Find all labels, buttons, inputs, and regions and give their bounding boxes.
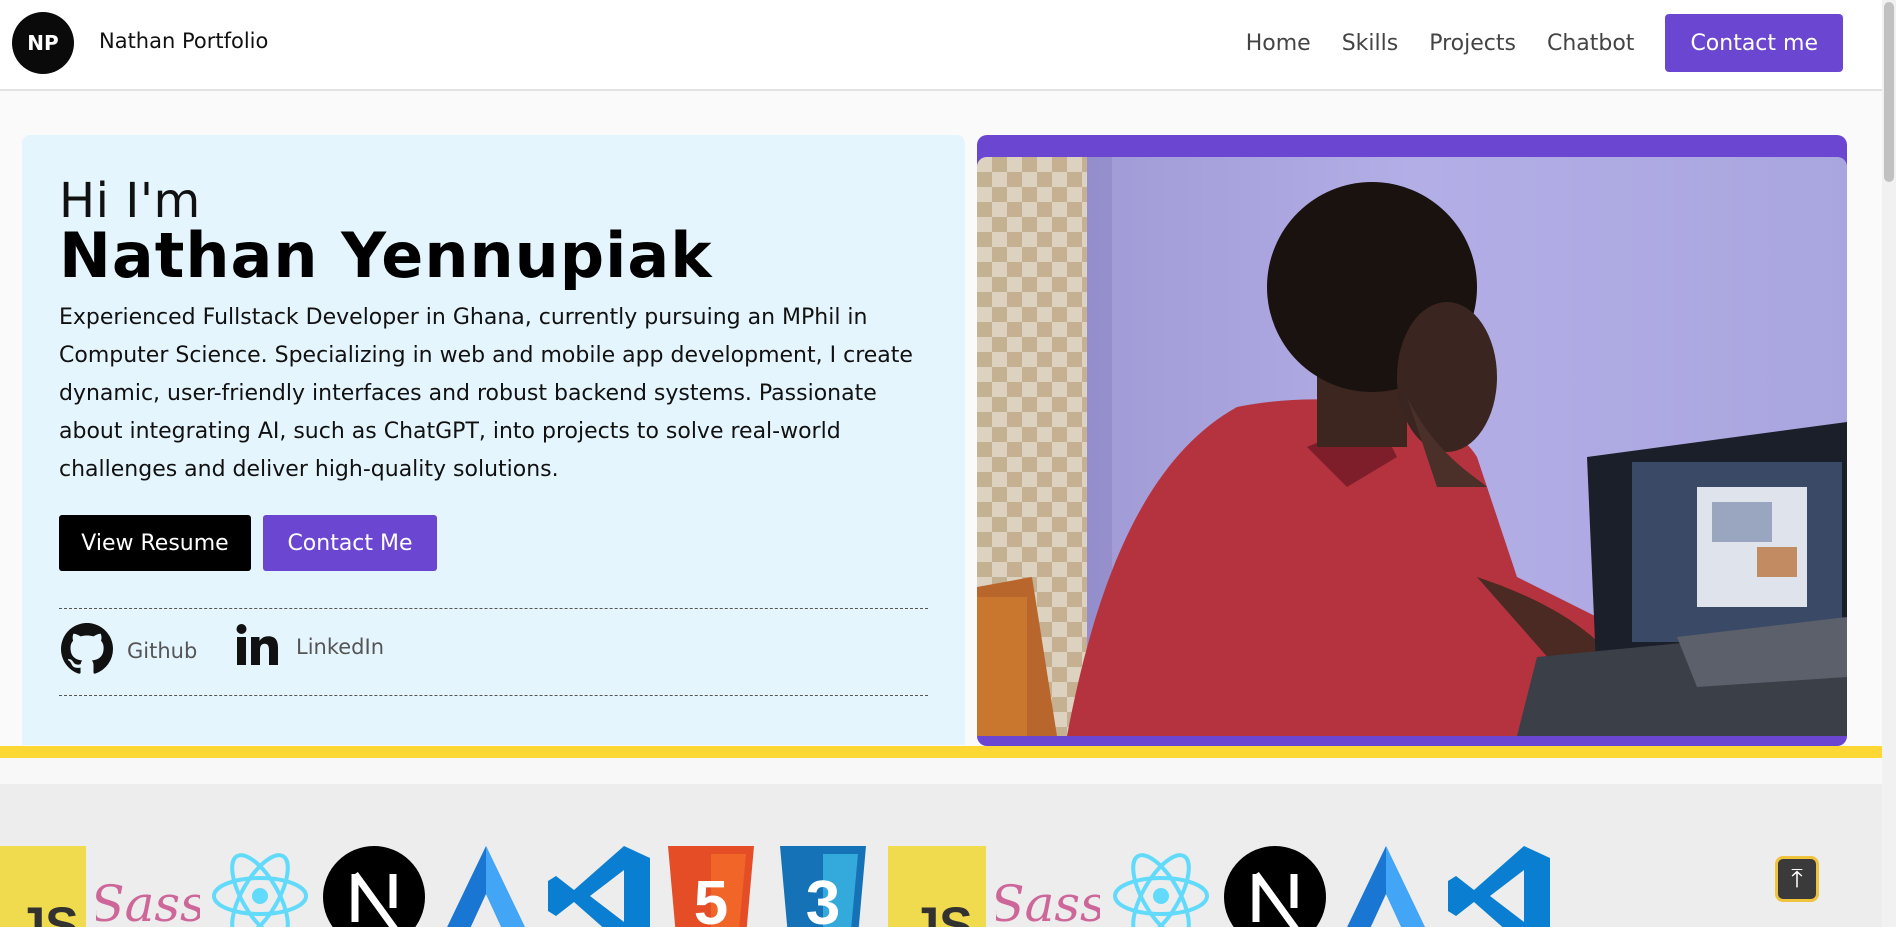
javascript-icon: JS <box>888 846 986 927</box>
nav-links: Home Skills Projects Chatbot Contact me <box>1246 14 1843 72</box>
react-icon <box>1111 846 1211 927</box>
nextjs-icon <box>1224 846 1326 927</box>
scroll-to-top-button[interactable]: ⤒ <box>1775 856 1819 902</box>
github-icon <box>61 623 113 679</box>
nav-chatbot[interactable]: Chatbot <box>1547 31 1634 56</box>
js-logo-text: JS <box>911 897 972 927</box>
sass-icon: Sass <box>90 846 205 927</box>
sass-icon: Sass <box>990 846 1105 927</box>
divider-top <box>59 608 928 609</box>
vscode-icon <box>548 846 650 927</box>
sass-logo-text: Sass <box>996 875 1100 927</box>
angular-icon <box>438 846 534 927</box>
navbar: NP Nathan Portfolio Home Skills Projects… <box>0 0 1882 91</box>
section-gap <box>0 758 1882 784</box>
brand-name[interactable]: Nathan Portfolio <box>99 29 268 53</box>
hero-intro-card: Hi I'm Nathan Yennupiak Experienced Full… <box>22 135 965 745</box>
contact-me-nav-button[interactable]: Contact me <box>1665 14 1843 72</box>
linkedin-label: LinkedIn <box>296 635 385 659</box>
contact-me-button[interactable]: Contact Me <box>263 515 437 571</box>
github-label: Github <box>127 639 198 663</box>
nav-home[interactable]: Home <box>1246 31 1311 56</box>
nav-projects[interactable]: Projects <box>1429 31 1516 56</box>
yellow-divider <box>0 746 1882 758</box>
arrow-up-icon: ⤒ <box>1791 863 1803 894</box>
sass-logo-text: Sass <box>96 875 200 927</box>
react-icon <box>210 846 310 927</box>
css3-icon: 3 <box>780 846 866 927</box>
view-resume-button[interactable]: View Resume <box>59 515 251 571</box>
css3-logo-text: 3 <box>806 869 840 927</box>
vscode-icon <box>1448 846 1550 927</box>
skills-marquee: JS Sass 5 3 JS Sass <box>0 784 1882 927</box>
hero-description: Experienced Fullstack Developer in Ghana… <box>59 305 913 482</box>
developer-photo <box>977 157 1847 736</box>
js-logo-text: JS <box>17 897 78 927</box>
nextjs-icon <box>323 846 425 927</box>
html5-logo-text: 5 <box>694 869 728 927</box>
html5-icon: 5 <box>668 846 754 927</box>
github-link[interactable]: Github <box>61 623 197 679</box>
linkedin-icon <box>234 623 282 671</box>
javascript-icon: JS <box>0 846 86 927</box>
hero-name: Nathan Yennupiak <box>59 219 713 292</box>
logo-text: NP <box>27 31 59 55</box>
logo-avatar[interactable]: NP <box>12 12 74 74</box>
divider-bottom <box>59 695 928 696</box>
nav-skills[interactable]: Skills <box>1342 31 1399 56</box>
angular-icon <box>1338 846 1434 927</box>
scrollbar-thumb[interactable] <box>1884 2 1894 182</box>
hero-photo-card <box>977 135 1847 746</box>
page-scrollbar[interactable] <box>1882 0 1896 927</box>
linkedin-link[interactable]: LinkedIn <box>234 623 384 671</box>
